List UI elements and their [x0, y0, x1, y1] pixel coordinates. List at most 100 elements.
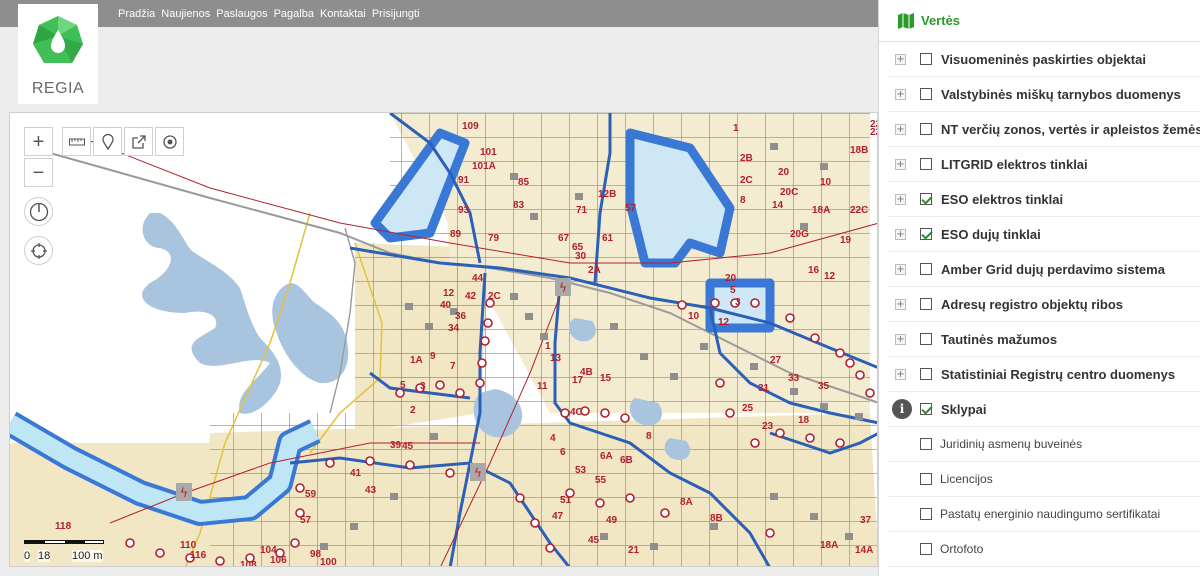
layer-row[interactable]: + Statistiniai Registrų centro duomenys	[889, 357, 1200, 392]
svg-text:ϟ: ϟ	[559, 281, 567, 295]
layer-checkbox[interactable]	[920, 333, 932, 345]
parcel-number-label: 2A	[588, 265, 601, 276]
sublayer-label: Ortofoto	[940, 542, 984, 556]
layer-row[interactable]: + LITGRID elektros tinklai	[889, 147, 1200, 182]
sublayer-checkbox[interactable]	[920, 508, 932, 520]
logo-text: REGIA	[31, 80, 85, 97]
layer-checkbox[interactable]	[920, 193, 932, 205]
expand-icon[interactable]: +	[895, 88, 906, 100]
share-button[interactable]	[124, 127, 153, 156]
parcel-number-label: 33	[788, 373, 800, 384]
parcel-number-label: 106	[270, 555, 287, 566]
expand-icon[interactable]: +	[895, 368, 906, 380]
layer-row[interactable]: + Tautinės mažumos	[889, 322, 1200, 357]
panel-header: Vertės	[879, 0, 1200, 42]
compass-button[interactable]	[24, 197, 53, 226]
locate-button[interactable]	[24, 236, 53, 265]
pin-button[interactable]	[93, 127, 122, 156]
layer-row[interactable]: + ESO elektros tinklai	[889, 182, 1200, 217]
parcel-number-label: 14A	[855, 545, 873, 556]
parcel-number-label: 79	[488, 233, 500, 244]
sublayer-row[interactable]: Licencijos	[889, 462, 1200, 497]
parcel-number-label: 101A	[472, 161, 496, 172]
sublayer-row[interactable]: Ortofoto	[889, 532, 1200, 567]
parcel-number-label: 116	[190, 550, 207, 561]
nav-link-paslaugos[interactable]: Paslaugos	[216, 8, 267, 20]
info-icon[interactable]: i	[892, 399, 912, 419]
layer-row[interactable]: + Valstybinės miškų tarnybos duomenys	[889, 77, 1200, 112]
layer-row[interactable]: + ESO dujų tinklai	[889, 217, 1200, 252]
parcel-number-label: 40	[440, 300, 452, 311]
layer-checkbox[interactable]	[920, 263, 932, 275]
parcel-number-label: 5	[730, 285, 736, 296]
parcel-number-label: 6A	[600, 451, 613, 462]
map-view[interactable]: ϟ ϟ ϟ 109 101 101A 91 93 89 79 85 83 71 67 65 61 57 12…	[9, 112, 878, 567]
parcel-number-label: 44	[472, 273, 484, 284]
layer-checkbox[interactable]	[920, 403, 932, 415]
layer-checkbox[interactable]	[920, 123, 932, 135]
parcel-number-label: 45	[402, 441, 414, 452]
parcel-number-label: 61	[602, 233, 614, 244]
parcel-number-label: 100	[320, 557, 337, 567]
layer-checkbox[interactable]	[920, 228, 932, 240]
zoom-out-button[interactable]: −	[24, 158, 53, 187]
layer-checkbox[interactable]	[920, 53, 932, 65]
parcel-number-label: 59	[305, 489, 317, 500]
parcel-number-label: 31	[758, 383, 770, 394]
nav-link-prisijungti[interactable]: Prisijungti	[372, 8, 420, 20]
layer-checkbox[interactable]	[920, 298, 932, 310]
layer-row[interactable]: + Visuomeninės paskirties objektai	[889, 42, 1200, 77]
map-tool-group	[62, 127, 184, 156]
zoom-in-button[interactable]: +	[24, 127, 53, 156]
nav-link-kontaktai[interactable]: Kontaktai	[320, 8, 366, 20]
parcel-number-label: 8B	[710, 513, 723, 524]
parcel-number-label: 53	[575, 465, 587, 476]
parcel-number-label: 41	[350, 468, 362, 479]
layer-row[interactable]: + Adresų registro objektų ribos	[889, 287, 1200, 322]
map-canvas[interactable]: ϟ ϟ ϟ 109101101A919389 798583 716765615712…	[10, 113, 878, 567]
regia-logo-icon	[33, 16, 83, 63]
parcel-number-label: 3	[735, 297, 741, 308]
layer-row[interactable]: + Amber Grid dujų perdavimo sistema	[889, 252, 1200, 287]
parcel-number-label: 20	[725, 273, 737, 284]
sublayer-checkbox[interactable]	[920, 473, 932, 485]
parcel-number-label: 2C	[488, 291, 501, 302]
parcel-number-label: 10	[820, 177, 832, 188]
layer-label: Valstybinės miškų tarnybos duomenys	[941, 86, 1181, 102]
parcel-number-label: 39	[390, 440, 402, 451]
parcel-number-label: 12	[718, 317, 730, 328]
expand-icon[interactable]: +	[895, 193, 906, 205]
sublayer-row[interactable]: Juridinių asmenų buveinės	[889, 427, 1200, 462]
layer-row[interactable]: + NT verčių zonos, vertės ir apleistos že…	[889, 112, 1200, 147]
layer-row[interactable]: i Sklypai	[889, 392, 1200, 427]
parcel-number-label: 6B	[620, 455, 633, 466]
expand-icon[interactable]: +	[895, 53, 906, 65]
parcel-number-label: 12	[443, 288, 455, 299]
measure-button[interactable]	[62, 127, 91, 156]
parcel-number-label: 14	[772, 200, 784, 211]
parcel-number-label: 8	[646, 431, 652, 442]
nav-link-pradzia[interactable]: Pradžia	[118, 8, 155, 20]
compass-icon	[29, 202, 48, 221]
expand-icon[interactable]: +	[895, 263, 906, 275]
sublayer-checkbox[interactable]	[920, 543, 932, 555]
layer-checkbox[interactable]	[920, 368, 932, 380]
nav-link-naujienos[interactable]: Naujienos	[161, 8, 210, 20]
nav-link-pagalba[interactable]: Pagalba	[274, 8, 314, 20]
layer-label: LITGRID elektros tinklai	[941, 156, 1088, 172]
sublayer-row[interactable]: Pastatų energinio naudingumo sertifikata…	[889, 497, 1200, 532]
expand-icon[interactable]: +	[895, 333, 906, 345]
layer-checkbox[interactable]	[920, 158, 932, 170]
svg-text:ϟ: ϟ	[474, 466, 482, 480]
expand-icon[interactable]: +	[895, 298, 906, 310]
regia-logo[interactable]: REGIA	[18, 4, 98, 104]
expand-icon[interactable]: +	[895, 228, 906, 240]
expand-icon[interactable]: +	[895, 123, 906, 135]
expand-icon[interactable]: +	[895, 158, 906, 170]
layer-panel: Vertės + Visuomeninės paskirties objektai…	[878, 0, 1200, 576]
layer-checkbox[interactable]	[920, 88, 932, 100]
parcel-number-label: 4	[550, 433, 556, 444]
sublayer-label: Licencijos	[940, 472, 993, 486]
target-button[interactable]	[155, 127, 184, 156]
sublayer-checkbox[interactable]	[920, 438, 932, 450]
